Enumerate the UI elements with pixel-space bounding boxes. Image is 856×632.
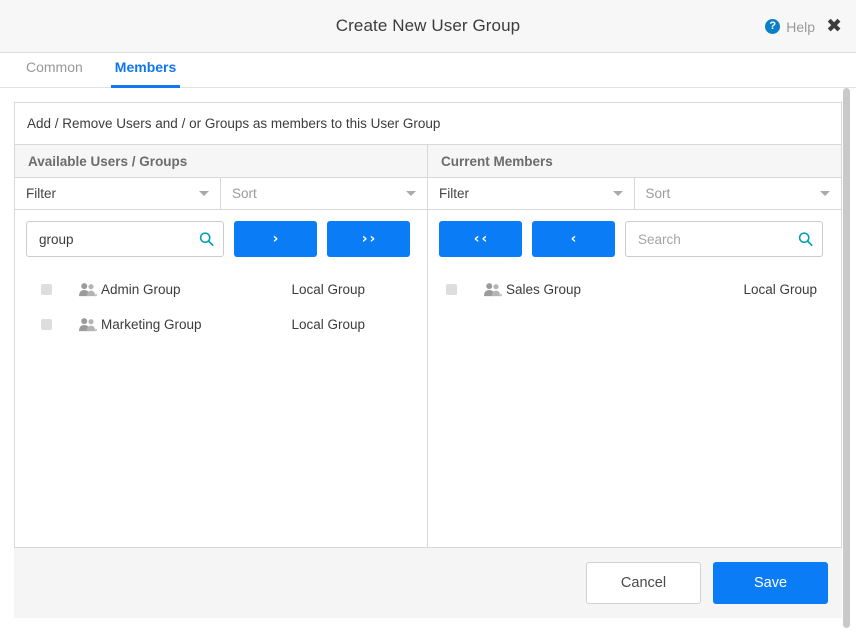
available-filter-sort-row: Filter Sort	[15, 178, 427, 210]
available-sort-label: Sort	[232, 186, 406, 201]
question-circle-icon: ?	[765, 19, 780, 34]
help-button[interactable]: ? Help	[765, 19, 815, 35]
chevron-down-icon	[406, 191, 416, 196]
move-all-right-button[interactable]: ››	[327, 221, 410, 257]
current-sort-dropdown[interactable]: Sort	[635, 178, 842, 209]
available-panel: Available Users / Groups Filter Sort	[15, 145, 428, 547]
move-right-button[interactable]: ›	[234, 221, 317, 257]
chevron-down-icon	[199, 191, 209, 196]
available-items-list: Admin Group Local Group Marketing Group	[15, 268, 427, 547]
dialog-body: Add / Remove Users and / or Groups as me…	[0, 88, 856, 632]
tab-bar: Common Members	[0, 53, 856, 88]
dialog-titlebar: Create New User Group ? Help ✖	[0, 0, 856, 53]
search-icon	[798, 232, 813, 247]
help-label: Help	[786, 19, 815, 35]
available-filter-dropdown[interactable]: Filter	[15, 178, 221, 209]
chevron-down-icon	[820, 191, 830, 196]
cancel-button[interactable]: Cancel	[586, 562, 701, 604]
current-filter-sort-row: Filter Sort	[428, 178, 841, 210]
current-members-panel-header: Current Members	[428, 145, 841, 178]
vertical-scrollbar[interactable]	[840, 54, 852, 632]
members-card: Add / Remove Users and / or Groups as me…	[14, 102, 842, 548]
dialog-footer: Cancel Save	[14, 548, 842, 618]
list-item[interactable]: Sales Group Local Group	[428, 272, 841, 307]
scrollbar-thumb[interactable]	[843, 88, 850, 628]
current-search-input[interactable]	[638, 232, 790, 247]
item-checkbox[interactable]	[446, 284, 457, 295]
available-panel-header: Available Users / Groups	[15, 145, 427, 178]
group-icon	[78, 317, 98, 332]
available-search-box[interactable]	[26, 221, 224, 257]
available-sort-dropdown[interactable]: Sort	[221, 178, 427, 209]
list-item-name: Marketing Group	[101, 317, 291, 332]
current-members-panel: Current Members Filter Sort ‹‹ ‹	[428, 145, 841, 547]
current-filter-label: Filter	[439, 186, 613, 201]
tab-common[interactable]: Common	[22, 53, 87, 88]
current-search-box[interactable]	[625, 221, 823, 257]
list-item[interactable]: Admin Group Local Group	[15, 272, 427, 307]
available-tools-row: › ››	[15, 210, 427, 268]
item-checkbox[interactable]	[41, 319, 52, 330]
current-tools-row: ‹‹ ‹	[428, 210, 841, 268]
instruction-text: Add / Remove Users and / or Groups as me…	[15, 103, 841, 145]
save-button[interactable]: Save	[713, 562, 828, 604]
close-icon[interactable]: ✖	[826, 17, 842, 36]
list-item-type: Local Group	[291, 282, 365, 297]
move-all-left-button[interactable]: ‹‹	[439, 221, 522, 257]
current-sort-label: Sort	[646, 186, 821, 201]
tab-members[interactable]: Members	[111, 53, 180, 88]
current-members-list: Sales Group Local Group	[428, 268, 841, 547]
chevron-down-icon	[613, 191, 623, 196]
group-icon	[483, 282, 503, 297]
list-item[interactable]: Marketing Group Local Group	[15, 307, 427, 342]
current-filter-dropdown[interactable]: Filter	[428, 178, 635, 209]
available-filter-label: Filter	[26, 186, 199, 201]
list-item-type: Local Group	[743, 282, 817, 297]
list-item-type: Local Group	[291, 317, 365, 332]
group-icon	[78, 282, 98, 297]
page-title: Create New User Group	[336, 16, 520, 36]
move-left-button[interactable]: ‹	[532, 221, 615, 257]
list-item-name: Sales Group	[506, 282, 743, 297]
list-item-name: Admin Group	[101, 282, 291, 297]
titlebar-actions: ? Help ✖	[765, 0, 842, 53]
item-checkbox[interactable]	[41, 284, 52, 295]
transfer-panels: Available Users / Groups Filter Sort	[15, 145, 841, 547]
search-icon	[199, 232, 214, 247]
available-search-input[interactable]	[39, 232, 191, 247]
